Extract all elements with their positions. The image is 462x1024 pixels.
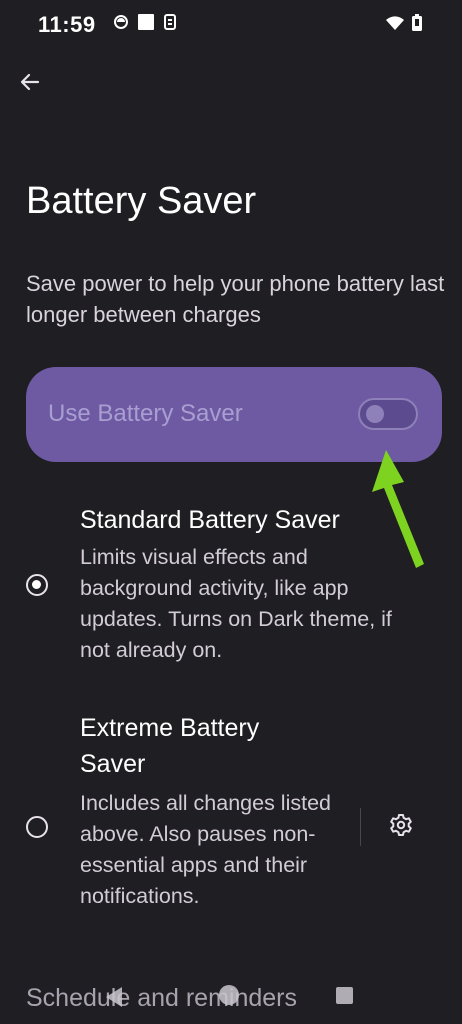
standard-option-description: Limits visual effects and background act… bbox=[80, 545, 392, 662]
radio-selected-dot bbox=[32, 580, 41, 589]
page-title: Battery Saver bbox=[26, 180, 257, 222]
back-button[interactable] bbox=[14, 68, 46, 100]
extreme-option-description: Includes all changes listed above. Also … bbox=[80, 791, 331, 908]
wifi-icon bbox=[386, 15, 404, 35]
square-notification-icon bbox=[138, 14, 154, 35]
settings-divider bbox=[360, 808, 361, 846]
status-bar: 11:59 bbox=[0, 0, 462, 52]
page-description: Save power to help your phone battery la… bbox=[26, 271, 445, 327]
extreme-radio-button[interactable] bbox=[26, 816, 48, 838]
nav-home-icon[interactable] bbox=[219, 985, 239, 1005]
battery-icon bbox=[412, 14, 422, 36]
navigation-bar bbox=[0, 980, 462, 1024]
sim-icon bbox=[114, 15, 128, 34]
status-time: 11:59 bbox=[38, 12, 96, 37]
use-battery-saver-label: Use Battery Saver bbox=[48, 400, 243, 427]
switch-thumb bbox=[366, 405, 384, 423]
standard-radio-button[interactable] bbox=[26, 574, 48, 596]
battery-saver-status-icon bbox=[164, 14, 176, 35]
gear-icon bbox=[389, 813, 413, 842]
extreme-settings-button[interactable] bbox=[386, 812, 416, 842]
arrow-back-icon bbox=[20, 72, 40, 97]
use-battery-saver-switch[interactable] bbox=[358, 398, 418, 430]
nav-back-icon[interactable] bbox=[104, 986, 124, 1013]
status-icons-left bbox=[114, 14, 176, 35]
status-icons-right bbox=[386, 14, 422, 36]
standard-battery-saver-option[interactable]: Standard Battery Saver Limits visual eff… bbox=[0, 500, 462, 670]
standard-option-title: Standard Battery Saver bbox=[80, 506, 340, 534]
extreme-option-title: Extreme Battery Saver bbox=[80, 714, 260, 778]
nav-recents-icon[interactable] bbox=[336, 987, 353, 1004]
battery-saver-screen: 11:59 Battery Saver Save power to help y… bbox=[0, 0, 462, 1024]
